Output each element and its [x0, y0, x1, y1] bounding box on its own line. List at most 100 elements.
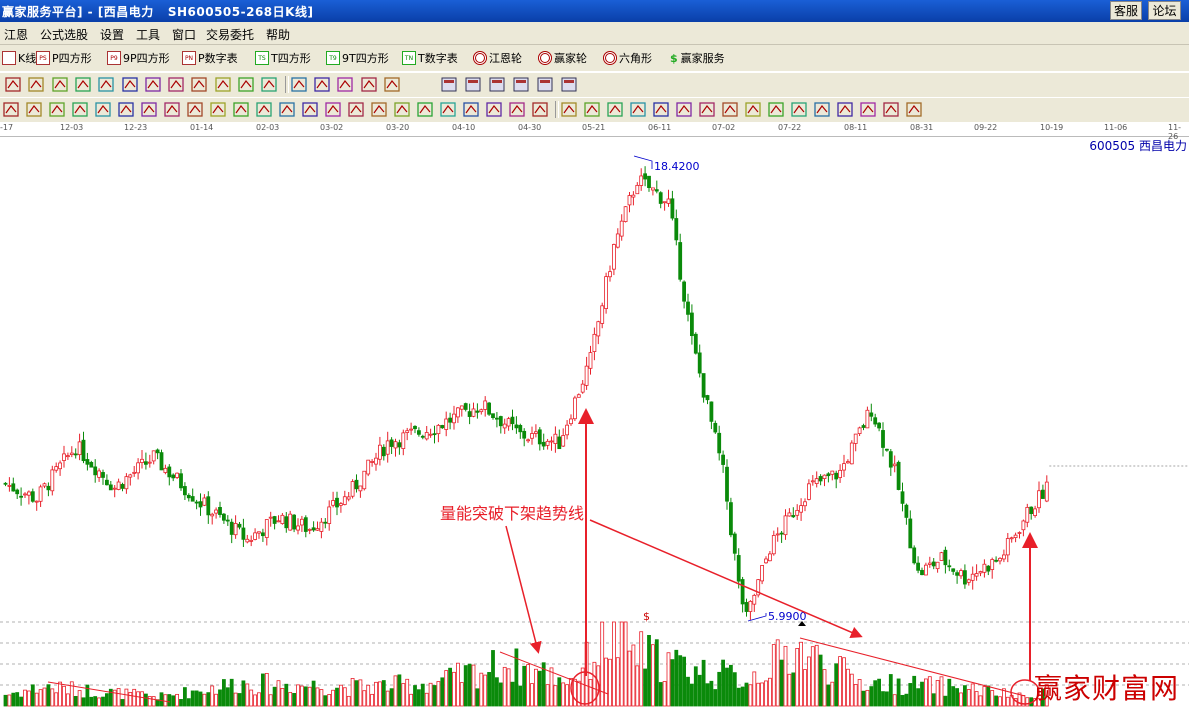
volume-bar	[1005, 696, 1010, 707]
menu-item-window[interactable]: 窗口	[172, 26, 196, 43]
tool-kline[interactable]: K线	[2, 50, 36, 66]
menu-item-settings[interactable]: 设置	[100, 26, 124, 43]
circle-icon[interactable]	[508, 101, 526, 118]
line-icon[interactable]	[2, 101, 20, 118]
line-icon[interactable]	[836, 101, 854, 118]
grid-pattern-icon[interactable]	[882, 101, 900, 118]
fib-icon[interactable]	[675, 101, 693, 118]
crosshair-icon[interactable]	[313, 76, 331, 93]
square-icon[interactable]	[140, 101, 158, 118]
ruler-icon[interactable]	[905, 101, 923, 118]
tool-p-square[interactable]: PS P四方形	[36, 50, 92, 66]
wave-icon[interactable]	[813, 101, 831, 118]
calc-icon[interactable]	[721, 101, 739, 118]
candle	[693, 333, 698, 354]
percent-icon[interactable]	[698, 101, 716, 118]
menu-item-tools[interactable]: 工具	[136, 26, 160, 43]
angle-icon[interactable]	[767, 101, 785, 118]
diamond-icon[interactable]	[214, 76, 232, 93]
ratio-icon[interactable]	[324, 101, 342, 118]
angle-icon[interactable]	[347, 101, 365, 118]
candle	[846, 461, 850, 464]
cursor-select-icon[interactable]	[4, 76, 22, 93]
tool-t-square[interactable]: TS T四方形	[255, 50, 311, 66]
tool-gann-wheel[interactable]: 江恩轮	[473, 50, 522, 66]
play-icon[interactable]	[51, 76, 69, 93]
kline-chart[interactable]: 18.4200 5.9900 $ 量能突破下架趋势线	[0, 136, 1189, 709]
tool-9p-square[interactable]: P9 9P四方形	[107, 50, 170, 66]
dollar-icon: $	[670, 51, 678, 65]
candle	[966, 579, 971, 583]
candle	[15, 489, 20, 495]
calculator-icon[interactable]	[464, 76, 482, 93]
printer-icon[interactable]	[536, 76, 554, 93]
tool-p-table[interactable]: PN P数字表	[182, 50, 238, 66]
line-icon[interactable]	[416, 101, 434, 118]
fan-icon[interactable]	[439, 101, 457, 118]
ruler-icon[interactable]	[485, 101, 503, 118]
diamond-icon[interactable]	[237, 76, 255, 93]
volume-bar	[440, 677, 445, 707]
fan-icon[interactable]	[25, 101, 43, 118]
hand-icon[interactable]	[290, 76, 308, 93]
notes-icon[interactable]	[488, 76, 506, 93]
tool-winner-wheel[interactable]: 赢家轮	[538, 50, 587, 66]
candle	[370, 461, 375, 463]
calc-icon[interactable]	[301, 101, 319, 118]
arrow-right-icon[interactable]	[144, 76, 162, 93]
calendar-icon[interactable]	[440, 76, 458, 93]
gann-box-icon[interactable]	[629, 101, 647, 118]
gann-box-icon[interactable]	[209, 101, 227, 118]
circle-icon[interactable]	[94, 101, 112, 118]
arc-icon[interactable]	[606, 101, 624, 118]
tool-t-table[interactable]: TN T数字表	[402, 50, 458, 66]
skip-back-icon[interactable]	[74, 76, 92, 93]
candle	[998, 557, 1002, 562]
channel-icon[interactable]	[652, 101, 670, 118]
wheel-icon[interactable]	[360, 76, 378, 93]
spiral-icon[interactable]	[117, 101, 135, 118]
candle	[518, 425, 523, 433]
skip-forward-icon[interactable]	[97, 76, 115, 93]
menu-item-help[interactable]: 帮助	[266, 26, 290, 43]
pitchfork-icon[interactable]	[163, 101, 181, 118]
ruler-icon[interactable]	[71, 101, 89, 118]
crosshair-icon[interactable]	[27, 76, 45, 93]
tool-winner-service[interactable]: $ 赢家服务	[670, 50, 725, 66]
zigzag-icon[interactable]	[336, 76, 354, 93]
trend-icon[interactable]	[370, 101, 388, 118]
menu-item-trade[interactable]: 交易委托	[206, 26, 254, 43]
ratio-icon[interactable]	[744, 101, 762, 118]
diamond-icon[interactable]	[167, 76, 185, 93]
candle	[428, 433, 433, 436]
forum-button[interactable]: 论坛	[1148, 1, 1181, 20]
menu-item-gann[interactable]: 江恩	[4, 26, 28, 43]
diamond-icon[interactable]	[260, 76, 278, 93]
square-icon[interactable]	[560, 101, 578, 118]
service-button[interactable]: 客服	[1110, 1, 1142, 20]
wave-icon[interactable]	[393, 101, 411, 118]
percent-icon[interactable]	[278, 101, 296, 118]
menu-item-formula-select[interactable]: 公式选股	[40, 26, 88, 43]
volume-bar	[522, 665, 527, 707]
arrow-left-icon[interactable]	[121, 76, 139, 93]
arc-icon[interactable]	[186, 101, 204, 118]
volume-bar	[66, 693, 70, 707]
tool-hexagon[interactable]: 六角形	[603, 50, 652, 66]
grid-pattern-icon[interactable]	[48, 101, 66, 118]
fan-icon[interactable]	[859, 101, 877, 118]
channel-icon[interactable]	[232, 101, 250, 118]
grid-pattern-icon[interactable]	[462, 101, 480, 118]
tool-9t-square[interactable]: T9 9T四方形	[326, 50, 389, 66]
diamond-icon[interactable]	[190, 76, 208, 93]
pitchfork-icon[interactable]	[583, 101, 601, 118]
fib-icon[interactable]	[255, 101, 273, 118]
save-icon[interactable]	[512, 76, 530, 93]
globe-icon[interactable]	[383, 76, 401, 93]
volume-bar	[276, 680, 281, 707]
volume-bar	[896, 678, 901, 707]
volume-bar	[338, 684, 343, 707]
trend-icon[interactable]	[790, 101, 808, 118]
tool-icon[interactable]	[560, 76, 578, 93]
spiral-icon[interactable]	[531, 101, 549, 118]
